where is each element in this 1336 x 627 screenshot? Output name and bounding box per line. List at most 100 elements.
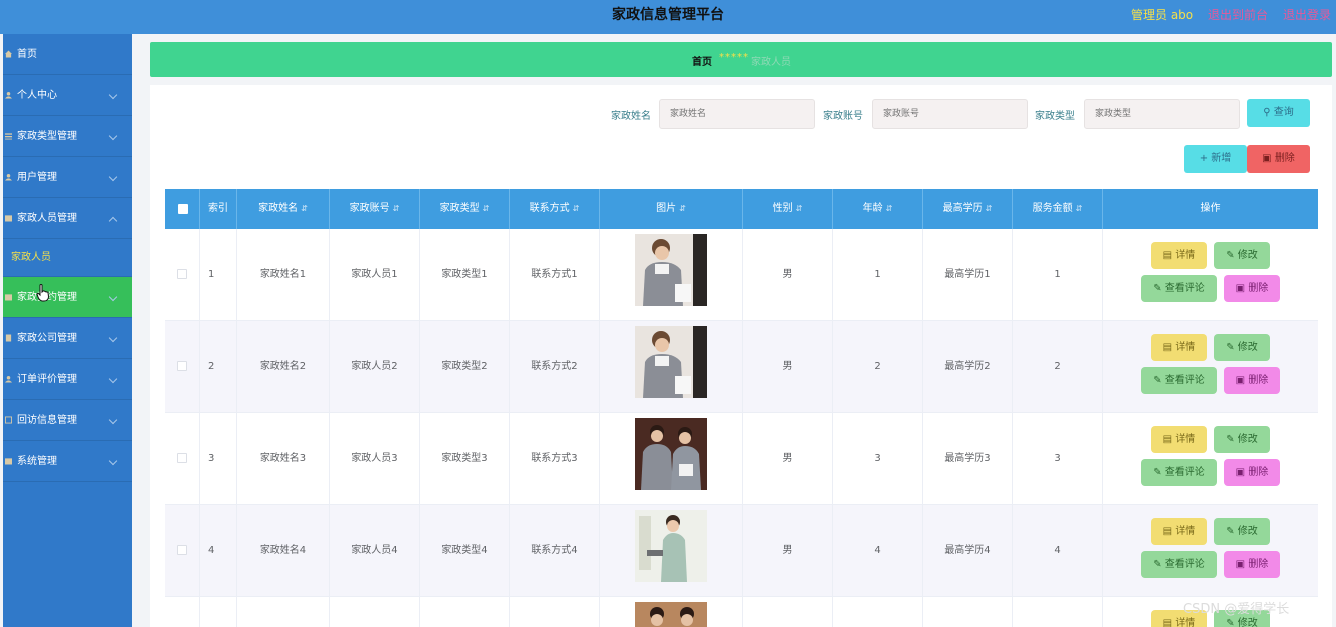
sidebar-item-system[interactable]: 系统管理	[3, 441, 132, 482]
cell-name: 家政姓名1	[237, 229, 330, 321]
edit-button[interactable]: ✎ 修改	[1214, 334, 1270, 361]
sort-icon[interactable]: ⇵	[796, 204, 803, 213]
header-type[interactable]: 家政类型 ⇵	[420, 189, 510, 229]
header-amount[interactable]: 服务金额 ⇵	[1013, 189, 1103, 229]
trash-icon: ▣	[1262, 153, 1272, 164]
chevron-up-icon	[108, 216, 118, 226]
chevron-down-icon	[108, 415, 118, 425]
search-name-input[interactable]	[659, 99, 815, 129]
delete-button[interactable]: ▣ 删除	[1224, 551, 1280, 578]
edit-button[interactable]: ✎ 修改	[1214, 426, 1270, 453]
view-review-button[interactable]: ✎ 查看评论	[1141, 551, 1217, 578]
pencil-icon: ✎	[1226, 618, 1238, 627]
user-icon	[5, 91, 12, 99]
table-row: 1 家政姓名1 家政人员1 家政类型1 联系方式1 男 1 最高学历1 1 ▤ …	[165, 229, 1318, 321]
view-review-button[interactable]: ✎ 查看评论	[1141, 367, 1217, 394]
document-icon: ▤	[1162, 250, 1176, 261]
breadcrumb-separator: *****	[719, 52, 749, 63]
sort-icon[interactable]: ⇵	[573, 204, 580, 213]
sidebar-item-label: 订单评价管理	[17, 374, 77, 385]
header-photo[interactable]: 图片 ⇵	[600, 189, 743, 229]
sort-icon[interactable]: ⇵	[301, 204, 308, 213]
detail-button[interactable]: ▤ 详情	[1151, 426, 1207, 453]
sidebar-item-service-type[interactable]: 家政类型管理	[3, 116, 132, 157]
pencil-icon: ✎	[1226, 526, 1238, 537]
add-button[interactable]: + 新增	[1184, 145, 1247, 173]
view-review-button[interactable]: ✎ 查看评论	[1141, 275, 1217, 302]
cell-type: 家政类型3	[420, 413, 510, 505]
chevron-down-icon	[108, 456, 118, 466]
search-type-input[interactable]	[1084, 99, 1240, 129]
calendar-icon	[5, 294, 12, 301]
breadcrumb-home[interactable]: 首页	[692, 53, 712, 68]
row-checkbox[interactable]	[177, 453, 187, 463]
search-account-input[interactable]	[872, 99, 1028, 129]
delete-button[interactable]: ▣ 删除	[1224, 275, 1280, 302]
cell-education: 最高学历4	[923, 505, 1013, 597]
header-age[interactable]: 年龄 ⇵	[833, 189, 923, 229]
table-row: 4 家政姓名4 家政人员4 家政类型4 联系方式4 男 4 最高学历4 4 ▤ …	[165, 505, 1318, 597]
sort-icon[interactable]: ⇵	[679, 204, 686, 213]
header-contact[interactable]: 联系方式 ⇵	[510, 189, 600, 229]
search-name-label: 家政姓名	[611, 111, 651, 122]
row-checkbox[interactable]	[177, 361, 187, 371]
sort-icon[interactable]: ⇵	[483, 204, 490, 213]
detail-button[interactable]: ▤ 详情	[1151, 242, 1207, 269]
batch-delete-button[interactable]: ▣ 删除	[1247, 145, 1310, 173]
cell-contact: 联系方式3	[510, 413, 600, 505]
header-gender[interactable]: 性别 ⇵	[743, 189, 833, 229]
pencil-icon: ✎	[1226, 342, 1238, 353]
sidebar-item-personal-center[interactable]: 个人中心	[3, 75, 132, 116]
row-checkbox[interactable]	[177, 269, 187, 279]
header-select-all[interactable]	[165, 189, 200, 229]
content-panel: 家政姓名 家政账号 家政类型 ⚲ 查询 + 新增 ▣ 删除 索引 家政姓名⇵ 家…	[150, 85, 1332, 627]
delete-button[interactable]: ▣ 删除	[1224, 367, 1280, 394]
cell-type: 家政类型1	[420, 229, 510, 321]
query-button[interactable]: ⚲ 查询	[1247, 99, 1310, 127]
pencil-icon: ✎	[1153, 467, 1165, 478]
cell-gender: 男	[743, 413, 833, 505]
sort-icon[interactable]: ⇵	[886, 204, 893, 213]
cell-name: 家政姓名2	[237, 321, 330, 413]
sort-icon[interactable]: ⇵	[986, 204, 993, 213]
header-account[interactable]: 家政账号 ⇵	[330, 189, 420, 229]
sidebar-item-followup[interactable]: 回访信息管理	[3, 400, 132, 441]
edit-button[interactable]: ✎ 修改	[1214, 242, 1270, 269]
edit-button[interactable]: ✎ 修改	[1214, 518, 1270, 545]
batch-delete-label: 删除	[1274, 153, 1295, 164]
header-name[interactable]: 家政姓名 ⇵	[237, 189, 330, 229]
sidebar-item-home[interactable]: 首页	[3, 34, 132, 75]
sidebar-item-company[interactable]: 家政公司管理	[3, 318, 132, 359]
sort-icon[interactable]: ⇵	[1076, 204, 1083, 213]
cell-age: 4	[833, 505, 923, 597]
sidebar-item-label: 家政公司管理	[17, 333, 77, 344]
select-all-checkbox[interactable]	[178, 204, 188, 214]
sidebar-item-staff[interactable]: 家政人员管理	[3, 198, 132, 239]
sidebar: 首页 个人中心 家政类型管理 用户管理 家政人员管理 家政人员 家政预约管理 家…	[3, 34, 132, 627]
header-education[interactable]: 最高学历 ⇵	[923, 189, 1013, 229]
home-icon	[5, 50, 12, 58]
chevron-down-icon	[108, 292, 118, 302]
sidebar-item-booking[interactable]: 家政预约管理	[3, 277, 132, 318]
detail-button[interactable]: ▤ 详情	[1151, 518, 1207, 545]
cell-name: 家政姓名4	[237, 505, 330, 597]
logout-link[interactable]: 退出登录	[1283, 6, 1331, 23]
sort-icon[interactable]: ⇵	[393, 204, 400, 213]
sidebar-subitem-staff[interactable]: 家政人员	[3, 239, 132, 277]
view-review-button[interactable]: ✎ 查看评论	[1141, 459, 1217, 486]
row-checkbox[interactable]	[177, 545, 187, 555]
pencil-icon: ✎	[1153, 559, 1165, 570]
pencil-icon: ✎	[1153, 283, 1165, 294]
sidebar-item-users[interactable]: 用户管理	[3, 157, 132, 198]
delete-button[interactable]: ▣ 删除	[1224, 459, 1280, 486]
cell-gender: 男	[743, 321, 833, 413]
sidebar-item-order-review[interactable]: 订单评价管理	[3, 359, 132, 400]
search-account-label: 家政账号	[823, 111, 863, 122]
cell-amount: 2	[1013, 321, 1103, 413]
cell-account: 家政人员1	[330, 229, 420, 321]
search-type-label: 家政类型	[1035, 111, 1075, 122]
back-to-front-link[interactable]: 退出到前台	[1208, 6, 1268, 23]
document-icon	[5, 416, 12, 424]
detail-button[interactable]: ▤ 详情	[1151, 334, 1207, 361]
header-actions: 操作	[1200, 203, 1221, 214]
